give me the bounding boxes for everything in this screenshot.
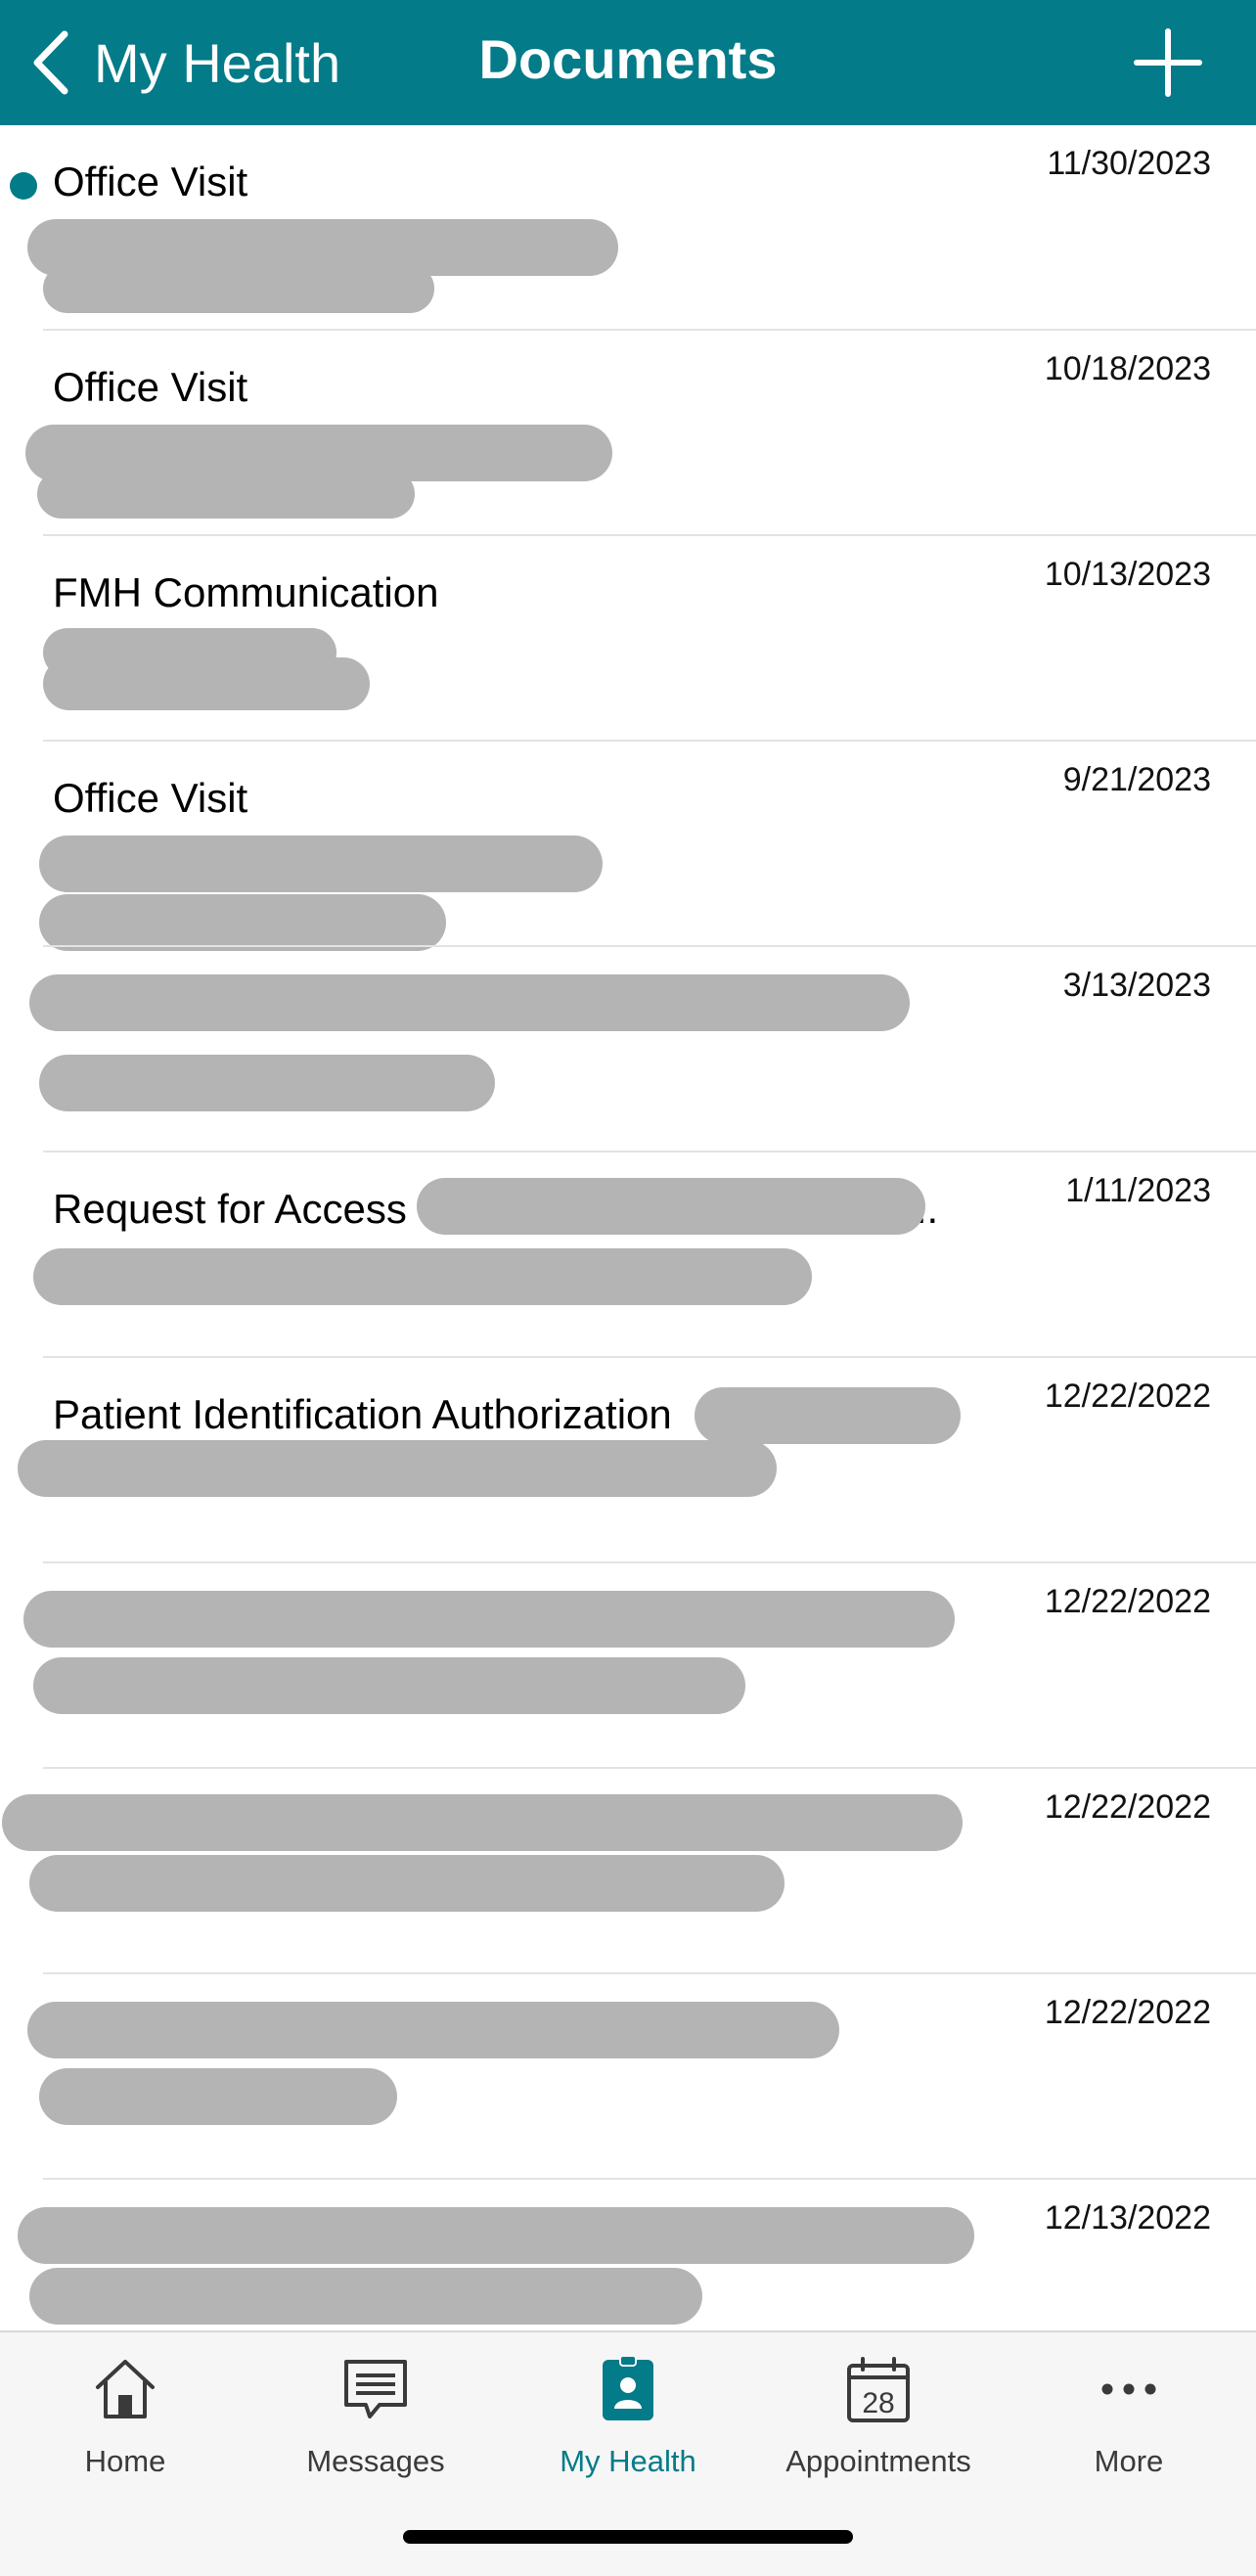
add-document-button[interactable] [1131,25,1205,100]
document-date: 12/22/2022 [1044,1788,1211,1826]
redaction-bar [27,2002,839,2058]
document-date: 11/30/2023 [1047,145,1211,182]
tab-messages[interactable]: Messages [258,2354,493,2501]
redaction-bar [39,894,446,951]
document-date: 12/22/2022 [1044,1994,1211,2031]
tab-appointments[interactable]: 28 Appointments [761,2354,996,2501]
document-row[interactable]: 12/13/2022 [0,2180,1256,2330]
document-date: 12/13/2022 [1044,2199,1211,2237]
redaction-bar [39,836,603,892]
back-button[interactable]: My Health [27,22,340,104]
tab-label: Appointments [785,2444,971,2478]
document-row[interactable]: 12/22/2022 [0,1769,1256,1974]
redaction-bar [695,1387,961,1444]
redaction-bar [29,2268,702,2325]
tab-label: My Health [560,2444,696,2478]
redaction-bar [29,1855,785,1912]
document-date: 9/21/2023 [1062,761,1211,798]
back-label: My Health [94,31,341,94]
document-date: 12/22/2022 [1044,1583,1211,1620]
document-title: Office Visit [53,158,248,204]
redaction-bar [23,1591,955,1648]
document-date: 12/22/2022 [1044,1378,1211,1415]
tab-home[interactable]: Home [8,2354,243,2501]
redaction-bar [43,264,434,313]
document-date: 10/13/2023 [1044,556,1211,593]
redaction-bar [33,1657,745,1714]
nav-header: My Health Documents [0,0,1256,125]
unread-indicator [10,172,37,200]
document-title: Office Visit [53,775,248,821]
redaction-bar [43,657,370,710]
redaction-bar [39,1055,495,1111]
tab-label: More [1094,2444,1164,2478]
redaction-bar [2,1794,963,1851]
tab-label: Messages [306,2444,445,2478]
redaction-bar [33,1248,812,1305]
house-icon [96,2360,155,2418]
redaction-bar [18,1440,777,1497]
document-row[interactable]: Patient Identification Authorization 12/… [0,1358,1256,1563]
document-title: FMH Communication [53,569,439,615]
document-row[interactable]: 3/13/2023 [0,947,1256,1152]
redaction-bar [417,1178,925,1235]
document-title-text: Request for Access [53,1186,407,1232]
plus-icon [1134,28,1202,97]
calendar-day: 28 [862,2387,894,2419]
tab-my-health[interactable]: My Health [511,2354,745,2501]
document-title: Patient Identification Authorization [53,1391,672,1437]
document-row[interactable]: Office Visit 10/18/2023 [0,331,1256,536]
document-date: 1/11/2023 [1065,1172,1211,1209]
document-title: Office Visit [53,364,248,410]
document-date: 10/18/2023 [1044,350,1211,387]
redaction-bar [29,974,910,1031]
redaction-bar [37,470,415,519]
redaction-bar [18,2207,974,2264]
home-indicator [403,2530,853,2544]
document-row[interactable]: Office Visit 9/21/2023 [0,742,1256,951]
document-row[interactable]: 12/22/2022 [0,1974,1256,2180]
document-row[interactable]: 12/22/2022 [0,1563,1256,1769]
chevron-left-icon [33,30,68,95]
document-row[interactable]: Request for Access.. 1/11/2023 [0,1152,1256,1358]
tab-more[interactable]: More [1011,2354,1246,2501]
redaction-bar [39,2068,397,2125]
document-list: Office Visit 11/30/2023 Office Visit 10/… [0,125,1256,2330]
document-row[interactable]: FMH Communication 10/13/2023 [0,536,1256,742]
message-bubble-icon [344,2360,407,2418]
document-row[interactable]: Office Visit 11/30/2023 [0,125,1256,331]
calendar-icon: 28 [847,2357,910,2422]
more-dots-icon [1101,2383,1156,2395]
document-date: 3/13/2023 [1062,967,1211,1004]
health-record-icon [603,2355,653,2420]
tab-label: Home [84,2444,166,2478]
